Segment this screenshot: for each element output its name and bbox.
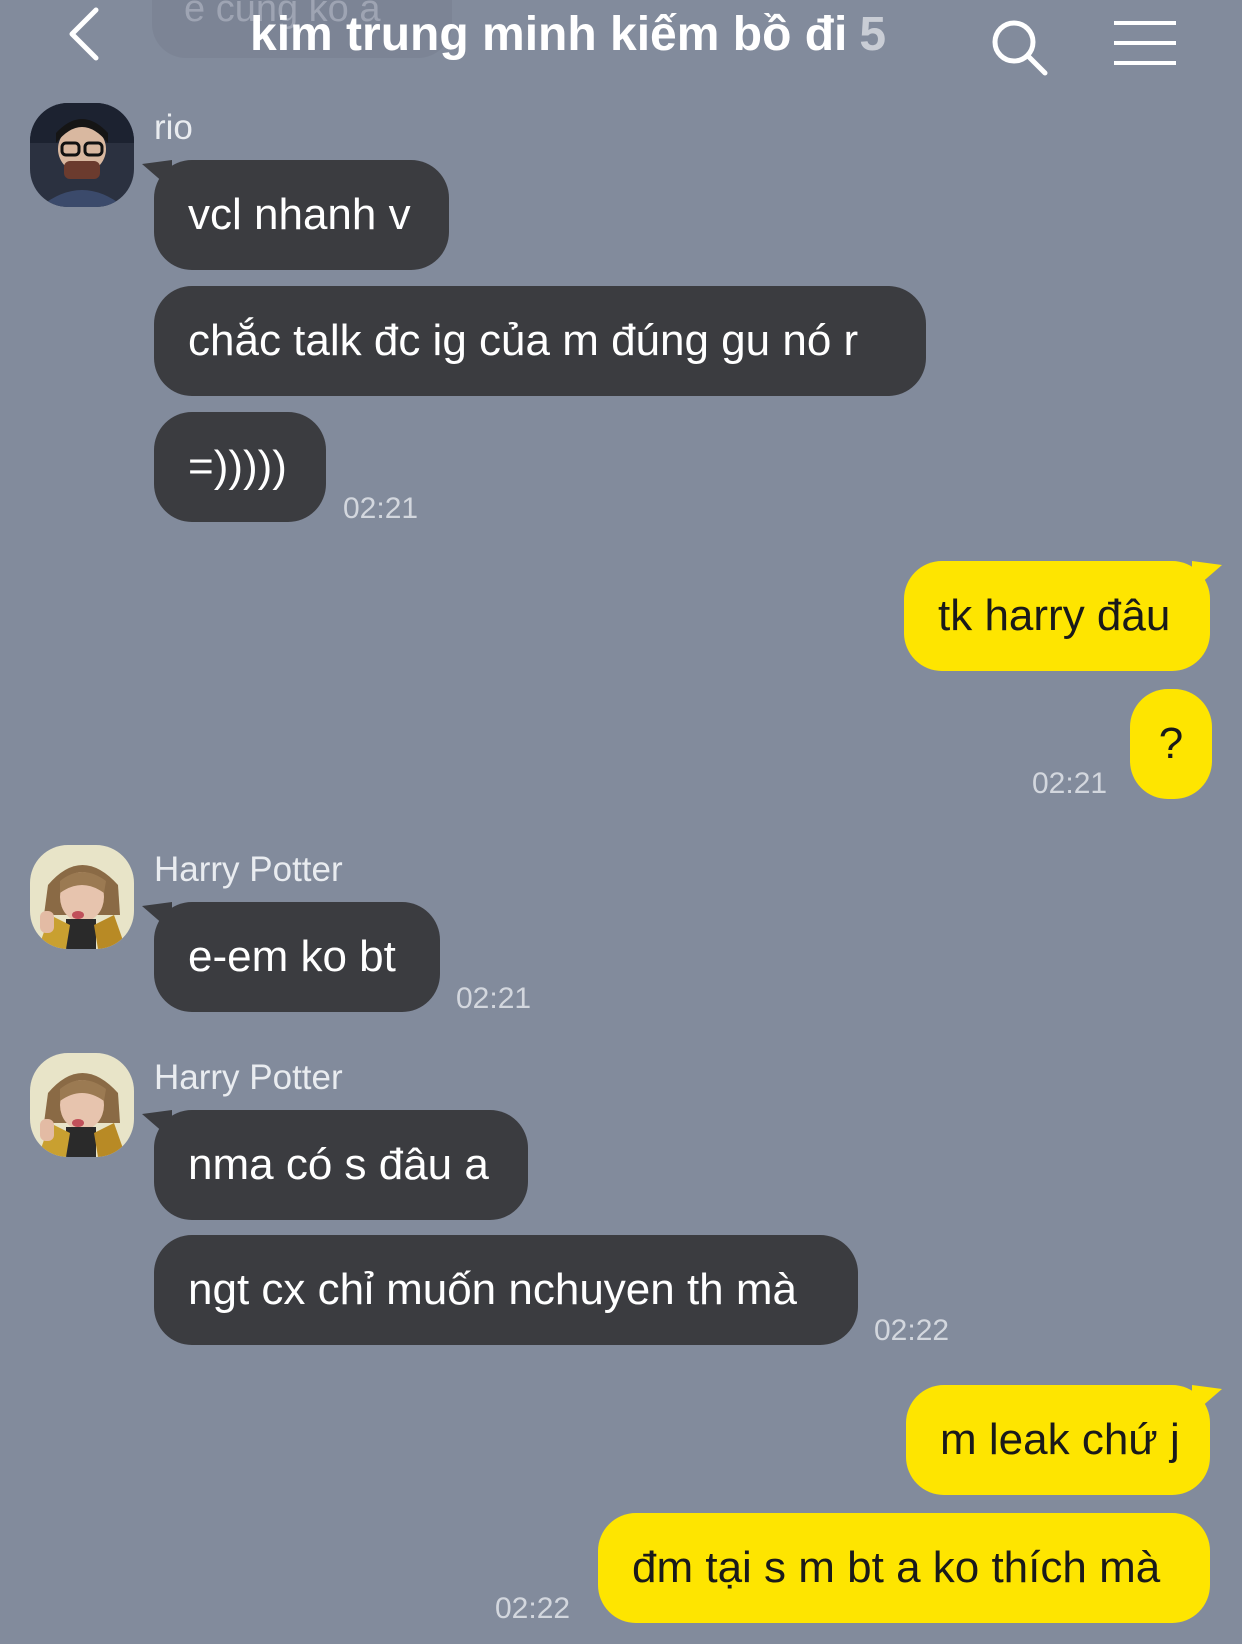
- avatar-harry-potter[interactable]: [30, 1053, 134, 1157]
- message-text: đm tại s m bt a ko thích mà: [632, 1543, 1161, 1592]
- avatar-harry-potter[interactable]: [30, 845, 134, 949]
- message-text: ?: [1158, 719, 1184, 768]
- message-text: chắc talk đc ig của m đúng gu nó r: [188, 316, 859, 365]
- bubble-tail: [1192, 1385, 1222, 1415]
- chat-header: e cũng ko a kim trung minh kiếm bồ đi 5: [0, 0, 1242, 80]
- incoming-message-bubble[interactable]: nma có s đâu a: [142, 1110, 528, 1220]
- bubble-tail: [142, 160, 172, 190]
- message-text: nma có s đâu a: [188, 1140, 489, 1189]
- outgoing-message-bubble[interactable]: đm tại s m bt a ko thích mà: [598, 1513, 1210, 1623]
- bubble-tail: [142, 1110, 172, 1140]
- message-text: ngt cx chỉ muốn nchuyen th mà: [188, 1265, 797, 1314]
- incoming-message-bubble[interactable]: e-em ko bt: [142, 902, 440, 1012]
- bubble-tail: [142, 902, 172, 932]
- sender-name: rio: [154, 108, 193, 147]
- message-timestamp: 02:21: [456, 982, 532, 1015]
- message-timestamp: 02:21: [343, 492, 419, 525]
- message-text: e-em ko bt: [188, 932, 396, 981]
- sender-name: Harry Potter: [154, 1058, 343, 1097]
- member-count: 5: [859, 8, 887, 61]
- incoming-message-bubble[interactable]: =))))): [154, 412, 326, 522]
- chat-title-text: kim trung minh kiếm bồ đi: [250, 8, 848, 61]
- outgoing-message-bubble[interactable]: m leak chứ j: [906, 1385, 1222, 1495]
- outgoing-message-bubble[interactable]: ?: [1130, 689, 1212, 799]
- message-timestamp: 02:21: [1032, 767, 1108, 800]
- bubble-tail: [1192, 561, 1222, 591]
- back-arrow-icon[interactable]: [64, 4, 114, 64]
- message-text: tk harry đâu: [938, 591, 1171, 640]
- incoming-message-bubble[interactable]: ngt cx chỉ muốn nchuyen th mà: [154, 1235, 858, 1345]
- chat-title: kim trung minh kiếm bồ đi 5: [250, 4, 950, 66]
- message-text: =))))): [188, 442, 287, 491]
- message-timestamp: 02:22: [874, 1314, 950, 1347]
- message-text: m leak chứ j: [940, 1415, 1180, 1464]
- avatar-rio[interactable]: [30, 103, 134, 207]
- message-text: vcl nhanh v: [188, 190, 411, 239]
- sender-name: Harry Potter: [154, 850, 343, 889]
- outgoing-message-bubble[interactable]: tk harry đâu: [904, 561, 1222, 671]
- message-timestamp: 02:22: [495, 1592, 571, 1625]
- incoming-message-bubble[interactable]: chắc talk đc ig của m đúng gu nó r: [154, 286, 926, 396]
- incoming-message-bubble[interactable]: vcl nhanh v: [142, 160, 449, 270]
- menu-icon[interactable]: [1112, 18, 1178, 68]
- search-icon[interactable]: [990, 18, 1050, 78]
